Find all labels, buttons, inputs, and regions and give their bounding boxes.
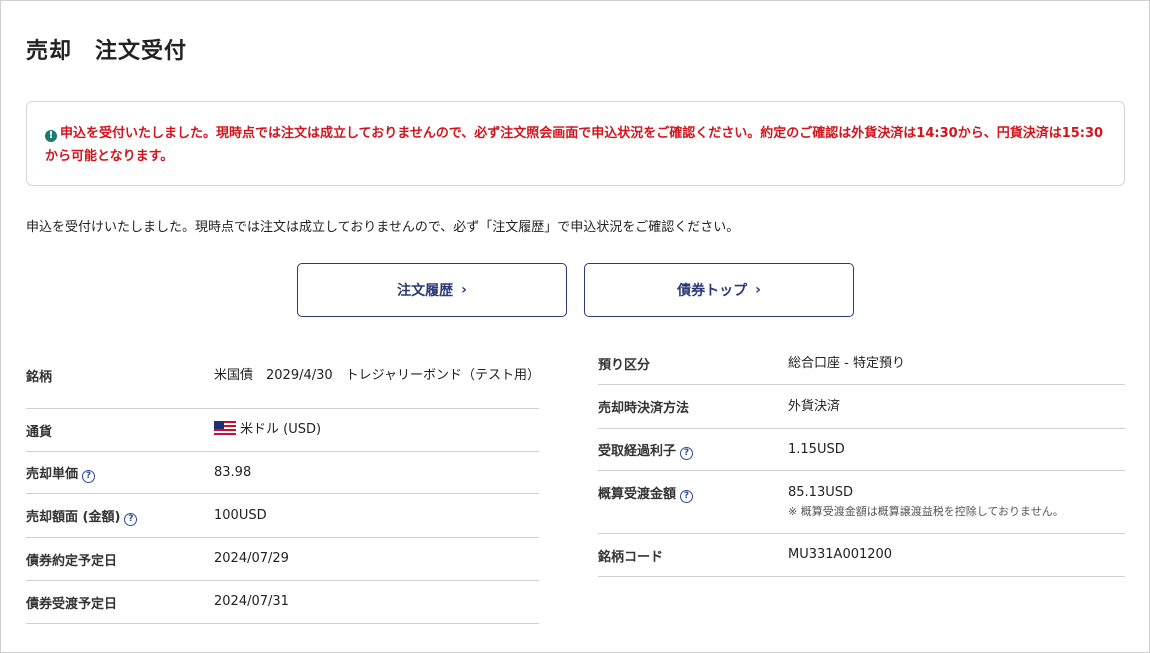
table-row: 概算受渡金額? 85.13USD ※ 概算受渡金額は概算譲渡益税を控除しておりま… [598, 471, 1125, 534]
row-value-unit-price: 83.98 [214, 464, 252, 480]
page-frame: 売却 注文受付 ! 申込を受付いたしました。現時点では注文は成立しておりませんので… [0, 0, 1150, 653]
row-label-unit-price: 売却単価? [26, 463, 214, 483]
row-value-settlement-date: 2024/07/31 [214, 594, 289, 609]
chevron-right-icon: › [755, 282, 761, 298]
table-row: 売却額面 (金額)? 100USD [26, 494, 539, 538]
row-value-issue-code: MU331A001200 [788, 547, 893, 562]
order-history-button[interactable]: 注文履歴 › [297, 263, 567, 317]
table-row: 売却時決済方法 外貨決済 [598, 385, 1125, 429]
row-value-estimated-amount: 85.13USD ※ 概算受渡金額は概算譲渡益税を控除しておりません。 [788, 483, 1064, 521]
order-detail-table-right: 預り区分 総合口座 - 特定預り 売却時決済方法 外貨決済 受取経過利子? 1.… [598, 343, 1125, 577]
row-label-payment-method: 売却時決済方法 [598, 401, 690, 416]
row-value-face-value: 100USD [214, 507, 267, 523]
help-icon[interactable]: ? [82, 469, 96, 483]
table-row: 受取経過利子? 1.15USD [598, 429, 1125, 471]
row-label-estimated-amount: 概算受渡金額? [598, 483, 788, 503]
order-history-button-label: 注文履歴 [397, 283, 454, 299]
table-row: 債券受渡予定日 2024/07/31 [26, 581, 539, 624]
row-label-issue: 銘柄 [26, 370, 53, 385]
chevron-right-icon: › [461, 282, 467, 298]
row-label-accrued-interest: 受取経過利子? [598, 440, 788, 460]
row-value-custody: 総合口座 - 特定預り [788, 355, 905, 371]
estimated-amount-label-text: 概算受渡金額 [598, 487, 677, 502]
alert-box: ! 申込を受付いたしました。現時点では注文は成立しておりませんので、必ず注文照会画… [26, 101, 1125, 186]
accrued-interest-label-text: 受取経過利子 [598, 443, 677, 459]
row-value-payment-method: 外貨決済 [788, 398, 841, 414]
alert-message: 申込を受付いたしました。現時点では注文は成立しておりませんので、必ず注文照会画面… [45, 126, 1104, 164]
row-label-issue-code: 銘柄コード [598, 549, 664, 565]
face-value-label-text: 売却額面 (金額) [26, 509, 121, 525]
bond-top-button-label: 債券トップ [677, 283, 748, 299]
alert-message-container: ! 申込を受付いたしました。現時点では注文は成立しておりませんので、必ず注文照会画… [45, 122, 1104, 168]
table-row: 預り区分 総合口座 - 特定預り [598, 343, 1125, 385]
row-value-currency: 米ドル (USD) [214, 420, 321, 440]
help-icon[interactable]: ? [680, 446, 694, 460]
table-row: 売却単価? 83.98 [26, 452, 539, 494]
unit-price-label-text: 売却単価 [26, 466, 79, 482]
row-value-accrued-interest: 1.15USD [788, 441, 845, 457]
table-row: 通貨 米ドル (USD) [26, 409, 539, 452]
order-detail-table-left: 銘柄 米国債 2029/4/30 トレジャリーボンド（テスト用） 通貨 米ドル … [26, 343, 541, 624]
row-label-trade-date: 債券約定予定日 [26, 553, 118, 569]
row-label-currency: 通貨 [26, 424, 53, 440]
info-message: 申込を受付けいたしました。現時点では注文は成立しておりませんので、必ず「注文履歴… [26, 220, 740, 235]
row-label-settlement-date: 債券受渡予定日 [26, 596, 118, 612]
help-icon[interactable]: ? [124, 512, 138, 526]
bond-top-button[interactable]: 債券トップ › [584, 263, 854, 317]
estimated-amount-text: 85.13USD [788, 485, 853, 500]
page-title: 売却 注文受付 [26, 39, 188, 64]
alert-circle-icon: ! [45, 130, 57, 142]
row-label-face-value: 売却額面 (金額)? [26, 506, 214, 526]
us-flag-icon [214, 421, 236, 435]
help-icon[interactable]: ? [680, 490, 694, 503]
row-value-trade-date: 2024/07/29 [214, 551, 289, 566]
table-row: 銘柄コード MU331A001200 [598, 534, 1125, 577]
currency-text: 米ドル (USD) [240, 422, 322, 437]
table-row: 債券約定予定日 2024/07/29 [26, 538, 539, 581]
row-label-custody: 預り区分 [598, 358, 651, 373]
estimated-amount-note: ※ 概算受渡金額は概算譲渡益税を控除しておりません。 [788, 505, 1064, 518]
row-value-issue: 米国債 2029/4/30 トレジャリーボンド（テスト用） [214, 367, 541, 383]
table-row: 銘柄 米国債 2029/4/30 トレジャリーボンド（テスト用） [26, 343, 541, 409]
